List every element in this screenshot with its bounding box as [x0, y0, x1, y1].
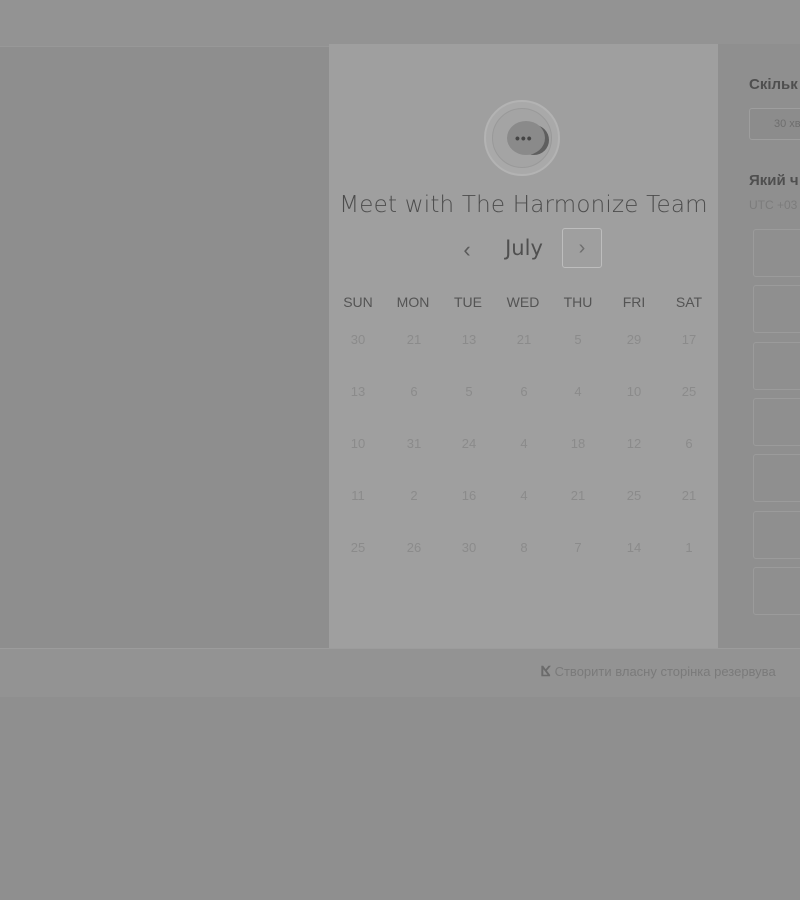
- calendar-day: 25: [626, 488, 642, 503]
- calendar-day: 21: [406, 332, 422, 347]
- chevron-left-icon: ‹: [463, 237, 471, 262]
- create-booking-page-link[interactable]: ⴿ Створити власну сторінка резервува: [541, 663, 776, 680]
- calendar-day: 4: [520, 488, 528, 503]
- calendar-day: 6: [685, 436, 693, 451]
- calendar-day: 21: [516, 332, 532, 347]
- time-slot-button[interactable]: [753, 229, 800, 277]
- calendar-day: 16: [461, 488, 477, 503]
- time-slot-button[interactable]: [753, 567, 800, 615]
- calendar-day: 11: [351, 488, 365, 503]
- calendar-day: 18: [570, 436, 586, 451]
- time-slot-button[interactable]: [753, 511, 800, 559]
- calendar-day: 4: [574, 384, 582, 399]
- calendar-day: 30: [461, 540, 477, 555]
- calendar-day: 31: [406, 436, 422, 451]
- duration-select[interactable]: 30 хв: [749, 108, 800, 140]
- timezone-label[interactable]: UTC +03: [749, 198, 797, 212]
- calendar-day: 10: [350, 436, 366, 451]
- chevron-right-icon: ›: [578, 237, 586, 259]
- weekday-thu: THU: [563, 294, 593, 310]
- calendar-day: 21: [681, 488, 697, 503]
- avatar-inner: •••: [492, 108, 552, 168]
- weekday-sun: SUN: [343, 294, 373, 310]
- time-selection-panel: Скільк 30 хв Який ч UTC +03: [718, 44, 800, 648]
- chat-bubble-icon: •••: [507, 121, 545, 155]
- calendar-day: 25: [350, 540, 366, 555]
- calendar-day: 21: [570, 488, 586, 503]
- month-label: July: [505, 236, 543, 260]
- weekday-mon: MON: [396, 294, 430, 310]
- calendar-day: 7: [574, 540, 582, 555]
- calendar-day: 13: [350, 384, 366, 399]
- calendar-day: 4: [520, 436, 528, 451]
- top-band: [0, 0, 800, 46]
- time-slot-button[interactable]: [753, 398, 800, 446]
- weekday-header: SUN MON TUE WED THU FRI SAT: [329, 294, 718, 312]
- weekday-wed: WED: [506, 294, 540, 310]
- footer-link-label: Створити власну сторінка резервува: [554, 664, 776, 679]
- calendar-day: 10: [626, 384, 642, 399]
- time-heading: Який ч: [749, 172, 799, 189]
- calendar-day: 5: [465, 384, 473, 399]
- booking-calendar-card: ••• Meet with The Harmonize Team ‹ July …: [329, 44, 718, 648]
- hubspot-logo-icon: ⴿ: [541, 663, 551, 679]
- ellipsis-icon: •••: [515, 130, 533, 146]
- calendar-day: 25: [681, 384, 697, 399]
- calendar-day: 24: [461, 436, 477, 451]
- weekday-sat: SAT: [675, 294, 703, 310]
- organizer-avatar: •••: [484, 100, 560, 176]
- calendar-day: 6: [410, 384, 418, 399]
- time-slot-button[interactable]: [753, 285, 800, 333]
- calendar-day: 17: [681, 332, 697, 347]
- next-month-button[interactable]: ›: [562, 228, 602, 268]
- left-panel: [0, 46, 329, 649]
- calendar-day: 29: [626, 332, 642, 347]
- prev-month-button[interactable]: ‹: [452, 232, 482, 268]
- calendar-day: 8: [520, 540, 528, 555]
- calendar-day: 12: [626, 436, 642, 451]
- meeting-title: Meet with The Harmonize Team: [339, 192, 708, 218]
- calendar-day: 14: [626, 540, 642, 555]
- calendar-day: 30: [350, 332, 366, 347]
- weekday-tue: TUE: [454, 294, 482, 310]
- weekday-fri: FRI: [622, 294, 646, 310]
- calendar-day: 5: [574, 332, 582, 347]
- calendar-day: 13: [461, 332, 477, 347]
- time-slot-button[interactable]: [753, 342, 800, 390]
- calendar-day: 2: [410, 488, 418, 503]
- calendar-day: 1: [685, 540, 693, 555]
- calendar-day: 6: [520, 384, 528, 399]
- calendar-day: 26: [406, 540, 422, 555]
- duration-heading: Скільк: [749, 76, 798, 93]
- time-slot-button[interactable]: [753, 454, 800, 502]
- footer-band: ⴿ Створити власну сторінка резервува: [0, 648, 800, 697]
